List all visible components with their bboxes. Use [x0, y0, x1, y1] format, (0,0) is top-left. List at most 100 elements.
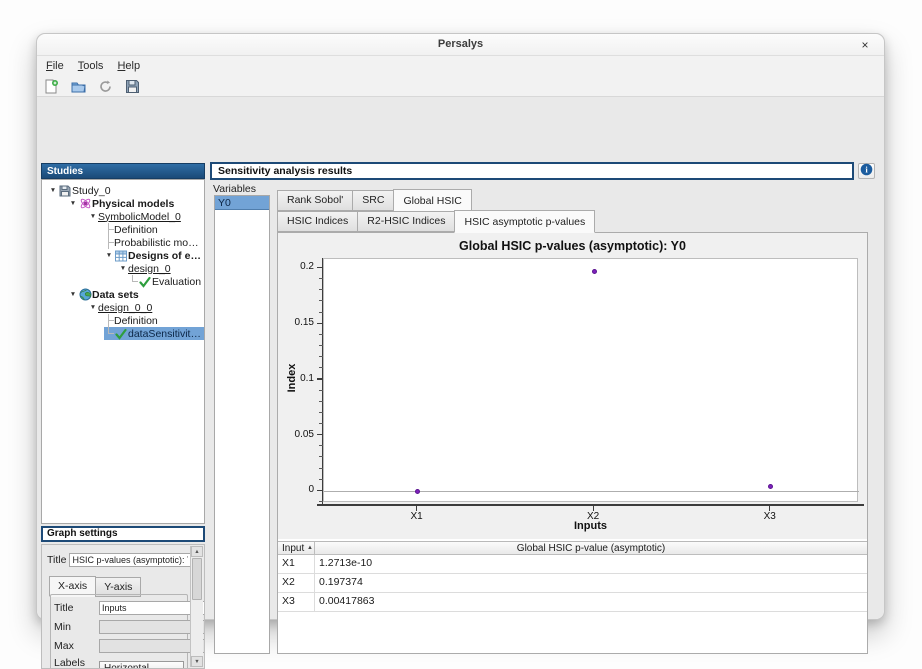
x-tick: [769, 506, 770, 511]
results-header: Sensitivity analysis results: [210, 162, 854, 180]
tab-global-hsic[interactable]: Global HSIC: [393, 189, 471, 212]
tree-item-designs-of-experim[interactable]: ▼Designs of experim…: [42, 249, 204, 262]
menu-help[interactable]: Help: [110, 59, 147, 73]
sort-ascending-icon: ▲: [307, 545, 313, 551]
tree-item-label: Probabilistic model: [114, 237, 204, 249]
y-minor-tick: [319, 501, 323, 502]
expander-icon[interactable]: ▼: [104, 249, 114, 262]
graph-settings-panel: Title X-axisY-axis TitleMinMaxLabels ori…: [41, 544, 205, 669]
open-document-button[interactable]: [68, 77, 88, 96]
tree-item-body: ▼SymbolicModel_0: [88, 210, 204, 223]
tree-item-design-0-0[interactable]: ▼design_0_0: [42, 301, 204, 314]
field-row-title: Title: [54, 601, 184, 615]
tab-content-frame: Global HSIC p-values (asymptotic): Y0 In…: [277, 232, 868, 654]
field-label: Title: [54, 603, 96, 613]
cell-input: X2: [278, 574, 315, 592]
zero-gridline: [324, 491, 859, 492]
window-title: Persalys: [37, 38, 884, 50]
studies-panel-header: Studies: [41, 163, 205, 179]
branch-line: [128, 275, 138, 288]
info-button[interactable]: i: [858, 163, 875, 179]
tab-rank-sobol[interactable]: Rank Sobol': [277, 190, 353, 211]
expander-icon[interactable]: ▼: [68, 288, 78, 301]
graph-settings-header: Graph settings: [41, 526, 205, 542]
tab-src[interactable]: SRC: [352, 190, 394, 211]
y-minor-tick: [319, 289, 323, 290]
close-button[interactable]: ×: [857, 37, 873, 53]
menu-tools[interactable]: Tools: [71, 59, 111, 73]
tree-item-study-0[interactable]: ▼ Study_0: [42, 184, 204, 197]
save-button[interactable]: [122, 77, 142, 96]
table-row[interactable]: X30.00417863: [278, 593, 867, 612]
scrollbar-thumb[interactable]: [192, 558, 202, 600]
tree-item-probabilistic-model[interactable]: Probabilistic model: [42, 236, 204, 249]
y-minor-tick: [319, 300, 323, 301]
y-minor-tick: [319, 334, 323, 335]
scroll-up-icon[interactable]: ▲: [191, 546, 203, 557]
labels-orientation-select[interactable]: Horizontal▼: [99, 661, 184, 669]
new-document-button[interactable]: [41, 77, 61, 96]
scroll-down-icon[interactable]: ▼: [191, 656, 203, 667]
study-icon: [58, 185, 72, 197]
studies-tree[interactable]: ▼Study_0▼Physical models▼SymbolicModel_0…: [41, 179, 205, 524]
tree-item-label: Evaluation: [152, 276, 203, 288]
export-icon: [98, 79, 113, 94]
table-row[interactable]: X11.2713e-10: [278, 555, 867, 574]
doe-icon: [114, 250, 128, 262]
variables-list[interactable]: Y0: [214, 195, 270, 654]
tree-item-body: Probabilistic model: [104, 236, 204, 249]
graph-title-input[interactable]: [69, 553, 191, 567]
subtab-hsic-indices[interactable]: HSIC Indices: [277, 211, 358, 232]
dataset-icon: [78, 288, 92, 301]
tree-item-datasensitivity-0[interactable]: dataSensitivity_0: [42, 327, 204, 340]
y-minor-tick: [319, 312, 323, 313]
cell-input: X3: [278, 593, 315, 611]
column-header-pvalue[interactable]: Global HSIC p-value (asymptotic): [315, 542, 867, 554]
tree-item-body: Definition: [104, 223, 204, 236]
tree-item-body: ▼design_0_0: [88, 301, 204, 314]
x-tick: [416, 506, 417, 511]
expander-icon[interactable]: ▼: [118, 262, 128, 275]
variable-item-y0[interactable]: Y0: [215, 196, 269, 210]
axis-settings-group: TitleMinMaxLabels orientationHorizontal▼: [50, 594, 188, 669]
tree-item-body: ▼ Physical models: [68, 197, 204, 210]
field-row-min: Min: [54, 620, 184, 634]
hsic-pvalues-chart: Global HSIC p-values (asymptotic): Y0 In…: [278, 233, 867, 539]
tree-item-data-sets[interactable]: ▼Data sets: [42, 288, 204, 301]
y-minor-tick: [319, 479, 323, 480]
branch-line: [104, 314, 114, 327]
graph-title-label: Title: [47, 554, 66, 566]
expander-icon[interactable]: ▼: [48, 184, 58, 197]
x-tick-label: X2: [573, 511, 613, 522]
analysis-method-tabs: Rank Sobol'SRCGlobal HSIC: [277, 190, 471, 211]
y-tick-label: 0.2: [278, 261, 314, 272]
tree-item-label: Study_0: [72, 185, 113, 197]
tree-item-evaluation[interactable]: Evaluation: [42, 275, 204, 288]
expander-icon[interactable]: ▼: [88, 301, 98, 314]
check-icon: [114, 328, 128, 340]
titlebar[interactable]: Persalys ×: [37, 34, 884, 56]
y-major-tick: [317, 267, 323, 268]
table-header-row: Input ▲Global HSIC p-value (asymptotic): [278, 542, 867, 555]
tree-item-symbolicmodel-0[interactable]: ▼SymbolicModel_0: [42, 210, 204, 223]
tree-item-physical-models[interactable]: ▼ Physical models: [42, 197, 204, 210]
tree-item-label: Physical models: [92, 198, 176, 210]
y-minor-tick: [319, 345, 323, 346]
data-point-x3: [768, 484, 773, 489]
menu-file[interactable]: File: [39, 59, 71, 73]
check-icon: [138, 276, 152, 288]
table-row[interactable]: X20.197374: [278, 574, 867, 593]
subtab-hsic-asymptotic-p-values[interactable]: HSIC asymptotic p-values: [454, 210, 595, 233]
subtab-r2-hsic-indices[interactable]: R2-HSIC Indices: [357, 211, 455, 232]
tree-item-body: dataSensitivity_0: [104, 327, 204, 340]
expander-icon[interactable]: ▼: [88, 210, 98, 223]
expander-icon[interactable]: ▼: [68, 197, 78, 210]
graph-settings-scrollbar[interactable]: ▲ ▼: [190, 546, 203, 667]
tree-item-design-0[interactable]: ▼design_0: [42, 262, 204, 275]
column-header-input[interactable]: Input ▲: [278, 542, 315, 554]
x-tick: [593, 506, 594, 511]
tree-item-definition[interactable]: Definition: [42, 223, 204, 236]
tree-item-definition[interactable]: Definition: [42, 314, 204, 327]
export-button[interactable]: [95, 77, 115, 96]
tree-item-label: Definition: [114, 224, 160, 236]
